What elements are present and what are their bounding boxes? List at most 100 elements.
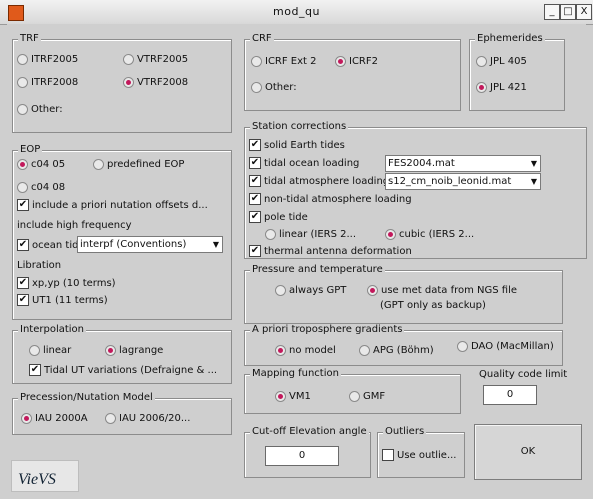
checkbox-checked-icon (17, 239, 29, 251)
ocean-tide-checkbox[interactable]: ocean tide (17, 238, 85, 252)
trf-vtrf2008-radio[interactable]: VTRF2008 (123, 75, 188, 89)
radio-selected-icon (476, 81, 487, 93)
minimize-button[interactable]: _ (544, 4, 560, 20)
checkbox-checked-icon (17, 199, 29, 211)
quality-code-limit-input[interactable]: 0 (483, 385, 537, 405)
radio-icon (17, 181, 28, 193)
tidal-ocean-loading-checkbox[interactable]: tidal ocean loading (249, 156, 359, 170)
thermal-antenna-checkbox[interactable]: thermal antenna deformation (249, 244, 412, 258)
radio-icon (457, 340, 468, 352)
radio-selected-icon (21, 412, 32, 424)
ok-button[interactable]: OK (474, 424, 582, 480)
chevron-down-icon: ▼ (530, 177, 537, 186)
checkbox-checked-icon (249, 245, 261, 257)
always-gpt-radio[interactable]: always GPT (275, 283, 346, 297)
tidal-atmosphere-loading-checkbox[interactable]: tidal atmosphere loading (249, 174, 389, 188)
tidal-ut-variations-checkbox[interactable]: Tidal UT variations (Defraigne & ... (29, 363, 217, 377)
pole-tide-checkbox[interactable]: pole tide (249, 210, 308, 224)
vievs-logo: VieVS (11, 460, 79, 492)
chevron-down-icon: ▼ (530, 159, 537, 168)
radio-icon (251, 55, 262, 67)
non-tidal-atmosphere-checkbox[interactable]: non-tidal atmosphere loading (249, 192, 412, 206)
mapping-gmf-radio[interactable]: GMF (349, 389, 385, 403)
maximize-button[interactable]: □ (560, 4, 576, 20)
interpolation-linear-radio[interactable]: linear (29, 343, 71, 357)
checkbox-checked-icon (249, 175, 261, 187)
libration-ut1-checkbox[interactable]: UT1 (11 terms) (17, 293, 108, 307)
trf-itrf2005-radio[interactable]: ITRF2005 (17, 52, 78, 66)
radio-icon (123, 53, 134, 65)
pole-tide-linear-radio[interactable]: linear (IERS 2... (265, 227, 356, 241)
close-button[interactable]: X (576, 4, 592, 20)
outliers-title: Outliers (383, 426, 427, 437)
cutoff-elevation-title: Cut-off Elevation angle (250, 426, 369, 437)
troposphere-gradients-panel: A priori troposphere gradients no model … (244, 324, 563, 366)
checkbox-checked-icon (29, 364, 41, 376)
radio-icon (275, 284, 286, 296)
checkbox-unchecked-icon (382, 449, 394, 461)
pressure-temperature-title: Pressure and temperature (250, 264, 385, 275)
libration-xp-yp-checkbox[interactable]: xp,yp (10 terms) (17, 276, 116, 290)
solid-earth-tides-checkbox[interactable]: solid Earth tides (249, 138, 345, 152)
ephemerides-jpl405-radio[interactable]: JPL 405 (476, 54, 527, 68)
interpolation-title: Interpolation (18, 324, 86, 335)
mapping-vm1-radio[interactable]: VM1 (275, 389, 311, 403)
eop-title: EOP (18, 144, 43, 155)
precession-iau2000a-radio[interactable]: IAU 2000A (21, 411, 88, 425)
nutation-offsets-checkbox[interactable]: include a priori nutation offsets d... (17, 198, 208, 212)
mapping-function-title: Mapping function (250, 368, 341, 379)
radio-icon (349, 390, 360, 402)
radio-selected-icon (385, 228, 396, 240)
gpt-backup-note: (GPT only as backup) (380, 300, 486, 311)
crf-other-radio[interactable]: Other: (251, 80, 297, 94)
use-outliers-checkbox[interactable]: Use outlie... (382, 448, 456, 462)
radio-selected-icon (105, 344, 116, 356)
radio-selected-icon (123, 76, 134, 88)
radio-selected-icon (275, 344, 286, 356)
eop-predefined-radio[interactable]: predefined EOP (93, 157, 184, 171)
radio-selected-icon (335, 55, 346, 67)
crf-panel: CRF ICRF Ext 2 ICRF2 Other: (244, 33, 461, 111)
radio-selected-icon (17, 158, 28, 170)
pole-tide-cubic-radio[interactable]: cubic (IERS 2... (385, 227, 474, 241)
trf-title: TRF (18, 33, 41, 44)
use-met-data-radio[interactable]: use met data from NGS file (367, 283, 517, 297)
ephemerides-jpl421-radio[interactable]: JPL 421 (476, 80, 527, 94)
radio-icon (93, 158, 104, 170)
gradients-apg-radio[interactable]: APG (Böhm) (359, 343, 434, 357)
tidal-atmosphere-select[interactable]: s12_cm_noib_leonid.mat ▼ (385, 173, 541, 190)
crf-icrf2-radio[interactable]: ICRF2 (335, 54, 378, 68)
cutoff-elevation-panel: Cut-off Elevation angle 0 (244, 426, 371, 478)
main-panel: TRF ITRF2005 VTRF2005 ITRF2008 VTRF2008 … (7, 24, 587, 494)
radio-icon (17, 76, 28, 88)
trf-other-radio[interactable]: Other: (17, 102, 63, 116)
radio-icon (105, 412, 116, 424)
pressure-temperature-panel: Pressure and temperature always GPT use … (244, 264, 563, 324)
interpolation-lagrange-radio[interactable]: lagrange (105, 343, 163, 357)
gradients-no-model-radio[interactable]: no model (275, 343, 336, 357)
eop-c04-08-radio[interactable]: c04 08 (17, 180, 65, 194)
ephemerides-panel: Ephemerides JPL 405 JPL 421 (469, 33, 565, 111)
ocean-tide-select[interactable]: interpf (Conventions) ▼ (77, 236, 223, 253)
eop-c04-05-radio[interactable]: c04 05 (17, 157, 65, 171)
checkbox-checked-icon (249, 193, 261, 205)
eop-panel: EOP c04 05 predefined EOP c04 08 include… (12, 144, 232, 320)
cutoff-elevation-input[interactable]: 0 (265, 446, 339, 466)
checkbox-checked-icon (249, 139, 261, 151)
troposphere-gradients-title: A priori troposphere gradients (250, 324, 405, 335)
gradients-dao-radio[interactable]: DAO (MacMillan) (457, 339, 554, 353)
crf-icrf-ext2-radio[interactable]: ICRF Ext 2 (251, 54, 317, 68)
radio-selected-icon (367, 284, 378, 296)
ephemerides-title: Ephemerides (475, 33, 545, 44)
tidal-ocean-select[interactable]: FES2004.mat ▼ (385, 155, 541, 172)
trf-vtrf2005-radio[interactable]: VTRF2005 (123, 52, 188, 66)
radio-icon (17, 103, 28, 115)
station-corrections-title: Station corrections (250, 121, 349, 132)
outliers-panel: Outliers Use outlie... (377, 426, 465, 478)
precession-iau2006-radio[interactable]: IAU 2006/20... (105, 411, 190, 425)
radio-selected-icon (275, 390, 286, 402)
trf-itrf2008-radio[interactable]: ITRF2008 (17, 75, 78, 89)
radio-icon (265, 228, 276, 240)
precession-nutation-title: Precession/Nutation Model (18, 392, 155, 403)
trf-panel: TRF ITRF2005 VTRF2005 ITRF2008 VTRF2008 … (12, 33, 232, 133)
